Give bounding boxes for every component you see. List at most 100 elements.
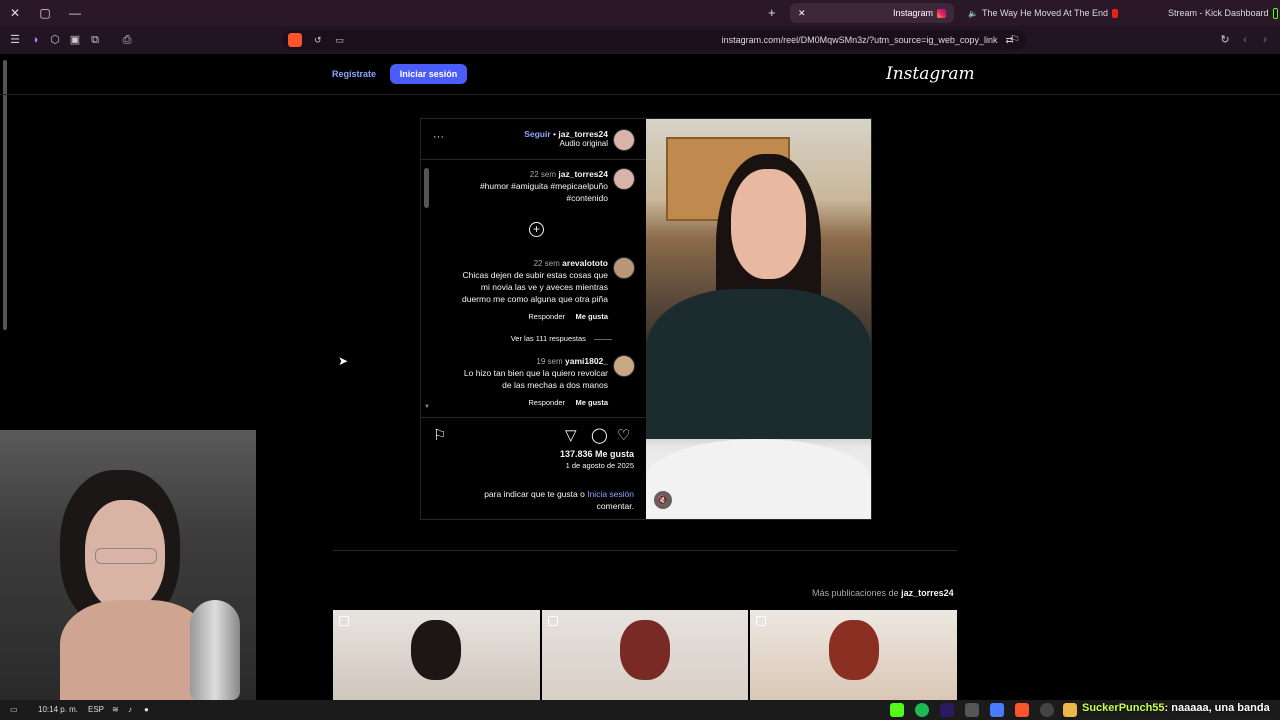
login-prompt-link[interactable]: Inicia sesión [587,489,634,499]
maximize-icon[interactable]: ▢ [30,6,60,20]
microphone [190,600,240,700]
likes-count[interactable]: 137.836 Me gusta [560,448,634,460]
more-posts-prefix: Más publicaciones de [812,588,899,598]
post-thumbnail[interactable] [333,610,540,700]
tab-instagram[interactable]: ✕ Instagram [790,3,954,23]
instagram-logo[interactable]: Instagram [886,64,975,84]
sidebar-icon[interactable]: ▣ [68,33,82,47]
reader-icon[interactable]: ▭ [336,35,345,46]
kick-app-icon[interactable] [890,703,904,717]
follow-button[interactable]: Seguir [524,129,550,139]
divider [333,550,957,551]
comments-scrollbar[interactable] [424,168,429,208]
chrome-icon[interactable] [1040,703,1054,717]
post-thumbnail[interactable] [750,610,958,700]
new-tab-button[interactable]: + [768,5,776,20]
load-more-icon[interactable]: + [529,222,544,237]
view-replies-label[interactable]: Ver las 111 respuestas [511,334,586,343]
clock[interactable]: 10:14 p. m. [38,703,78,717]
caption-time: 22 sem [529,170,556,179]
premiere-icon[interactable] [940,703,954,717]
post-sidebar: Seguir • jaz_torres24 Audio original ···… [421,119,646,519]
discord-icon[interactable] [990,703,1004,717]
chat-text: : naaaaa, una banda [1164,702,1270,714]
obs-icon[interactable] [965,703,979,717]
share-icon[interactable]: ▽ [565,428,577,443]
leo-icon[interactable]: ◑ [28,33,42,47]
more-posts-heading: Más publicaciones de jaz_torres24 [812,588,954,598]
comments-section[interactable]: ▼ 22 sem jaz_torres24 #humor #amiguita #… [421,160,646,415]
comment-text: de las mechas a dos manos [502,380,608,390]
rewards-icon[interactable]: ↺ [314,35,322,46]
comment-text: duermo me como alguna que otra piña [461,294,608,304]
more-posts-username[interactable]: jaz_torres24 [901,588,954,598]
kick-favicon-icon [1272,7,1278,19]
reel-video[interactable]: 🔇 [646,119,871,519]
files-icon[interactable] [1063,703,1077,717]
youtube-favicon-icon [1112,8,1118,18]
notifications-icon[interactable]: ▭ [10,703,18,717]
reload-icon[interactable]: ↻ [1218,33,1232,47]
heart-icon[interactable]: ♡ [617,428,630,443]
reel-badge-icon [339,616,349,626]
like-comment-button[interactable]: Me gusta [575,312,608,321]
register-link[interactable]: Regístrate [332,64,376,84]
post-thumbnail[interactable] [541,610,749,700]
mute-icon[interactable]: 🔇 [654,491,672,509]
tab-title: Stream - Kick Dashboard [1168,8,1269,18]
forward-icon[interactable]: ‹ [1238,33,1252,47]
comment-time: 19 sem [536,357,563,366]
language-indicator[interactable]: ESP [88,703,104,717]
post-username[interactable]: jaz_torres24 [558,129,608,139]
caption-username[interactable]: jaz_torres24 [558,169,608,179]
like-comment-button[interactable]: Me gusta [575,398,608,407]
caption-hashtags[interactable]: #humor #amiguita #mepicaelpuño [480,180,608,192]
screenshot-icon[interactable]: ⎙ [120,33,134,47]
streamer-glasses [95,548,157,564]
tab-close-icon[interactable]: ✕ [798,8,806,19]
post-header: Seguir • jaz_torres24 Audio original ··· [421,119,646,160]
address-bar[interactable]: ↺ ▭ instagram.com/reel/DM0MqwSMn3z/?utm_… [282,30,1027,50]
volume-icon[interactable]: ♪ [128,703,132,717]
mic-icon[interactable]: ● [144,703,149,717]
minimize-icon[interactable]: — [60,6,90,20]
audio-label[interactable]: Audio original [524,139,608,148]
back-icon[interactable]: › [1258,33,1272,47]
post-date: 1 de agosto de 2025 [565,461,634,470]
more-options-icon[interactable]: ··· [433,131,444,143]
view-replies[interactable]: Ver las 111 respuestas [511,333,612,345]
instagram-header: Instagram Iniciar sesión Regístrate [0,54,1280,95]
bookmark-icon[interactable]: ⚐ [1008,33,1022,47]
tab-youtube[interactable]: 🔈 The Way He Moved At The End [960,3,1126,23]
comment-username[interactable]: yami1802_ [565,356,608,366]
tab-kick[interactable]: Stream - Kick Dashboard [1160,3,1280,23]
avatar[interactable] [613,129,635,151]
url-text[interactable]: instagram.com/reel/DM0MqwSMn3z/?utm_sour… [344,35,1005,45]
webcam-overlay [0,430,256,700]
reply-button[interactable]: Responder [528,398,565,407]
more-posts-grid [333,610,958,700]
mouse-cursor-icon: ➤ [338,354,349,368]
reply-button[interactable]: Responder [528,312,565,321]
comment-username[interactable]: arevalototo [562,258,608,268]
wallet-icon[interactable]: ⬡ [48,33,62,47]
scroll-down-icon[interactable]: ▼ [424,404,430,410]
spotify-icon[interactable] [915,703,929,717]
avatar[interactable] [613,355,635,377]
wifi-icon[interactable]: ≋ [112,703,119,717]
avatar[interactable] [613,168,635,190]
login-prompt-text: para indicar que te gusta o [484,489,585,499]
brave-icon[interactable] [1015,703,1029,717]
reel-badge-icon [756,616,767,626]
brave-shield-icon[interactable] [288,33,302,47]
bookmark-save-icon[interactable]: ⚐ [433,428,446,443]
tabs-icon[interactable]: ⧉ [88,33,102,47]
menu-icon[interactable]: ☰ [8,33,22,47]
comment-icon[interactable]: ◯ [591,428,608,443]
caption-hashtags[interactable]: #contenido [566,192,608,204]
comment-actions: Responder Me gusta [528,397,608,409]
avatar[interactable] [613,257,635,279]
close-window-icon[interactable]: ✕ [0,6,30,20]
scrollbar[interactable] [3,60,7,330]
login-button[interactable]: Iniciar sesión [390,64,467,84]
